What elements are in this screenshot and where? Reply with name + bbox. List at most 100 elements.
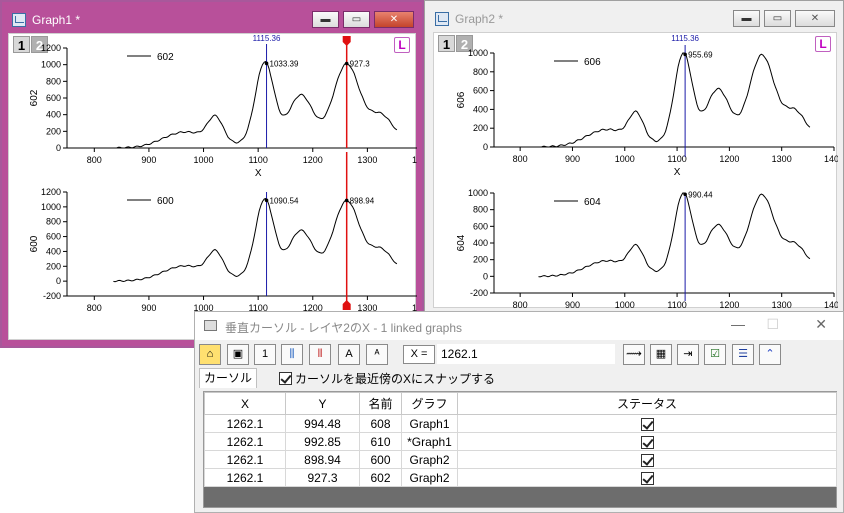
cursor-point (344, 61, 349, 66)
y-tick-label: 1000 (468, 188, 488, 198)
graph2-plot[interactable]: 1115.36 0 200 400 600 800 1000 800 900 1000 1100 12… (434, 33, 838, 309)
vertical-cursor-icon[interactable]: ⦀ (309, 344, 331, 365)
table-row[interactable]: 1262.1 994.48 608 Graph1 (204, 414, 837, 433)
y-tick-label: 0 (483, 271, 488, 281)
cursor-table: X Y 名前 グラフ ステータス 1262.1 994.48 608 Graph1 12… (204, 392, 837, 487)
cursor-x-readout: 1115.36 (671, 34, 699, 43)
graph-window-icon[interactable]: ▣ (227, 344, 249, 365)
cell-x[interactable]: 1262.1 (204, 432, 286, 451)
x-tick-label: 800 (87, 303, 102, 313)
decrease-font-icon[interactable]: ᴬ (366, 344, 388, 365)
cell-graph[interactable]: Graph1 (401, 414, 458, 433)
status-checkbox[interactable] (640, 453, 654, 467)
cell-y[interactable]: 992.85 (285, 432, 360, 451)
graph2-title: Graph2 * (455, 12, 504, 26)
run-icon[interactable]: ⟿ (623, 344, 645, 365)
settings-list-icon[interactable]: ☰ (732, 344, 754, 365)
minimize-icon[interactable]: — (731, 316, 745, 332)
cell-name[interactable]: 608 (359, 414, 402, 433)
close-button[interactable]: ✕ (374, 11, 414, 28)
table-row[interactable]: 1262.1 927.3 602 Graph2 (204, 468, 837, 487)
col-header-graph[interactable]: グラフ (401, 392, 458, 415)
collapse-chevron-icon[interactable]: ⌃ (759, 344, 781, 365)
cell-status[interactable] (457, 432, 837, 451)
multi-layer-icon[interactable]: ⫼ (281, 344, 303, 365)
col-header-status[interactable]: ステータス (457, 392, 837, 415)
x-equals-label: X = (403, 345, 435, 364)
snap-label: カーソルを最近傍のXにスナップする (295, 372, 496, 386)
y-tick-label: 1000 (41, 202, 61, 212)
cursor-value-label: 927.3 (350, 60, 371, 69)
snap-checkbox-row[interactable]: カーソルを最近傍のXにスナップする (279, 370, 495, 387)
cell-y[interactable]: 927.3 (285, 468, 360, 487)
y-tick-label: 0 (483, 142, 488, 152)
graph2-page[interactable]: 1 2 L 1115.36 0 200 400 600 800 1000 800 900 1000… (433, 32, 838, 309)
cell-graph[interactable]: Graph2 (401, 468, 458, 487)
cell-x[interactable]: 1262.1 (204, 450, 286, 469)
cursor-point (264, 198, 269, 203)
col-header-x[interactable]: X (204, 392, 286, 415)
dialog-titlebar[interactable]: 垂直カーソル - レイヤ2のX - 1 linked graphs — ☐ ✕ (195, 312, 843, 340)
cell-x[interactable]: 1262.1 (204, 414, 286, 433)
cell-status[interactable] (457, 450, 837, 469)
dialog-app-icon (204, 320, 217, 331)
minimize-button[interactable]: ▬ (312, 11, 339, 28)
close-button[interactable]: ✕ (795, 10, 835, 27)
y-tick-label: -200 (43, 291, 61, 301)
y-tick-label: 600 (46, 232, 61, 242)
y-tick-label: 0 (56, 276, 61, 286)
table-row[interactable]: 1262.1 898.94 600 Graph2 (204, 450, 837, 469)
worksheet-icon[interactable]: ▦ (650, 344, 672, 365)
x-value-input[interactable] (437, 344, 615, 364)
cell-status[interactable] (457, 414, 837, 433)
col-header-name[interactable]: 名前 (359, 392, 402, 415)
checklist-icon[interactable]: ☑ (704, 344, 726, 365)
y-tick-label: 600 (46, 93, 61, 103)
add-to-worksheet-icon[interactable]: ⇥ (677, 344, 699, 365)
snap-checkbox[interactable] (279, 372, 292, 385)
status-checkbox[interactable] (640, 417, 654, 431)
restore-button[interactable]: ▭ (764, 10, 791, 27)
y-tick-label: 800 (473, 67, 488, 77)
cursor-value-label: 898.94 (350, 196, 375, 205)
cell-y[interactable]: 994.48 (285, 414, 360, 433)
cursor-point (683, 192, 687, 197)
graph2-titlebar[interactable]: Graph2 * ▬ ▭ ✕ (425, 1, 843, 33)
cell-status[interactable] (457, 468, 837, 487)
status-checkbox[interactable] (640, 471, 654, 485)
y-tick-label: 0 (56, 143, 61, 153)
layer-1-icon[interactable]: 1 (254, 344, 276, 365)
x-tick-label: 1000 (615, 300, 635, 309)
cell-x[interactable]: 1262.1 (204, 468, 286, 487)
graph1-page[interactable]: 1 2 L 1115.36 0 200 400 600 800 1000 1200 800 900… (8, 33, 417, 342)
legend-label: 600 (157, 196, 174, 207)
graph1-window[interactable]: Graph1 * ▬ ▭ ✕ 1 2 L 1115.36 0 200 400 600 80… (0, 0, 424, 348)
graph-window-icon (435, 12, 449, 26)
x-tick-label: 1300 (772, 300, 792, 309)
restore-button[interactable]: ▭ (343, 11, 370, 28)
select-cursor-icon[interactable]: ⌂ (199, 344, 221, 365)
graph1-plot[interactable]: 1115.36 0 200 400 600 800 1000 1200 800 900 1000 11… (9, 34, 417, 342)
cell-name[interactable]: 610 (359, 432, 402, 451)
cell-graph[interactable]: *Graph1 (401, 432, 458, 451)
spectrum-line (538, 192, 811, 278)
minimize-button[interactable]: ▬ (733, 10, 760, 27)
increase-font-icon[interactable]: A (338, 344, 360, 365)
vertical-cursor-dialog[interactable]: 垂直カーソル - レイヤ2のX - 1 linked graphs — ☐ ✕ … (194, 311, 844, 513)
cell-graph[interactable]: Graph2 (401, 450, 458, 469)
maximize-icon: ☐ (766, 316, 779, 332)
x-tick-label: 900 (141, 303, 156, 313)
graph2-window[interactable]: Graph2 * ▬ ▭ ✕ 1 2 L 1115.36 0 200 400 600 80… (424, 0, 844, 313)
status-checkbox[interactable] (640, 435, 654, 449)
y-tick-label: 400 (46, 110, 61, 120)
cell-name[interactable]: 600 (359, 450, 402, 469)
cell-y[interactable]: 898.94 (285, 450, 360, 469)
table-row[interactable]: 1262.1 992.85 610 *Graph1 (204, 432, 837, 451)
close-icon[interactable]: ✕ (815, 316, 827, 333)
cursor-handle-bottom (342, 300, 351, 310)
x-tick-label: 1200 (719, 154, 739, 164)
cell-name[interactable]: 602 (359, 468, 402, 487)
col-header-y[interactable]: Y (285, 392, 360, 415)
tab-cursor[interactable]: カーソル (199, 368, 257, 388)
graph1-titlebar[interactable]: Graph1 * ▬ ▭ ✕ (2, 2, 422, 34)
